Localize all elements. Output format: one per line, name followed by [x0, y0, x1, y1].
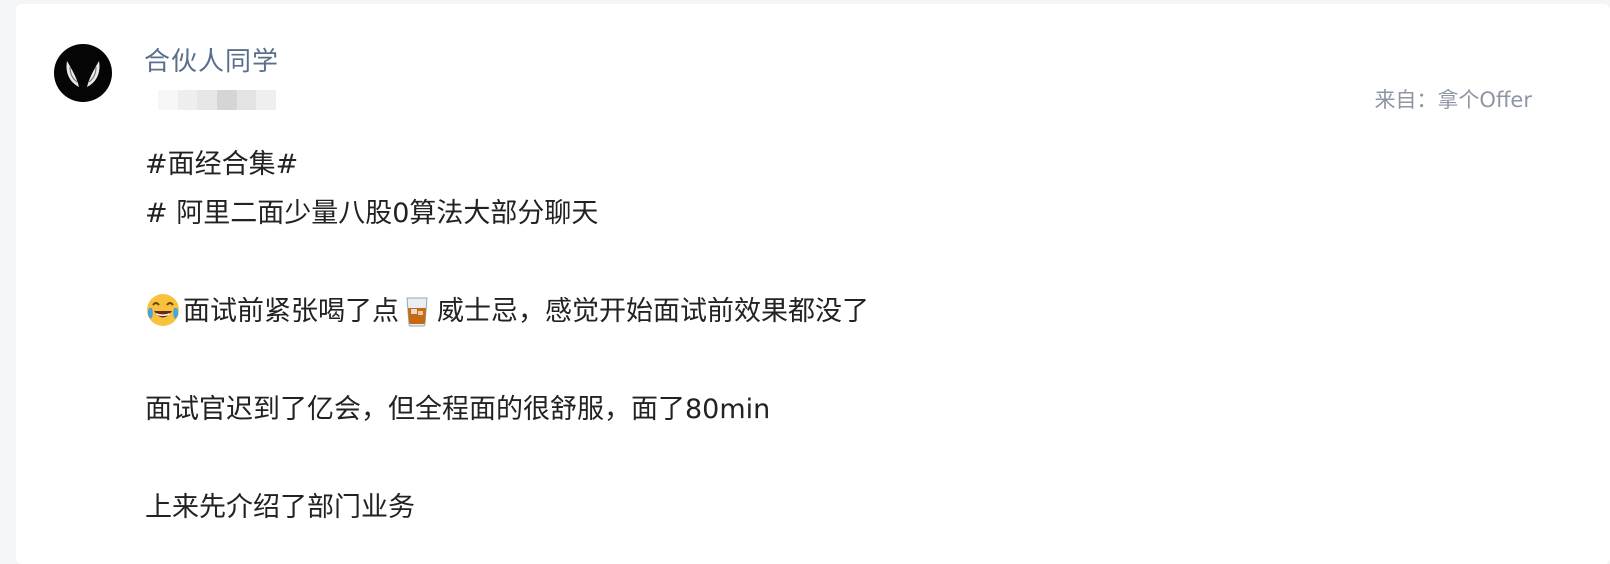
body-text-part: 威士忌，感觉开始面试前效果都没了	[437, 296, 869, 327]
body-line: 面试官迟到了亿会，但全程面的很舒服，面了80min	[145, 394, 771, 425]
post-content: #面经合集# # 阿里二面少量八股0算法大部分聊天 面试前紧张喝了点 威士忌，感…	[145, 140, 1525, 532]
body-text-part: 面试前紧张喝了点	[183, 296, 399, 327]
venom-eyes-icon	[66, 61, 100, 87]
body-line-emoji: 面试前紧张喝了点 威士忌，感觉开始面试前效果都没了	[145, 287, 1525, 336]
post-title-line: # 阿里二面少量八股0算法大部分聊天	[145, 198, 599, 229]
post-card: 合伙人同学 来自： 拿个Offer #面经合集# # 阿里二面少量八股0算法大部…	[16, 4, 1610, 564]
laughing-crying-emoji-icon	[147, 294, 179, 326]
source-prefix: 来自：	[1374, 88, 1438, 112]
author-avatar[interactable]	[54, 44, 112, 102]
post-source: 来自： 拿个Offer	[1374, 84, 1532, 116]
source-app-link[interactable]: 拿个Offer	[1437, 84, 1532, 116]
author-name[interactable]: 合伙人同学	[144, 44, 279, 80]
whisky-glass-emoji-icon	[406, 297, 428, 327]
body-line: 上来先介绍了部门业务	[145, 492, 415, 523]
topic-tag-link[interactable]: #面经合集#	[145, 140, 1525, 189]
blurred-post-meta	[158, 90, 277, 110]
